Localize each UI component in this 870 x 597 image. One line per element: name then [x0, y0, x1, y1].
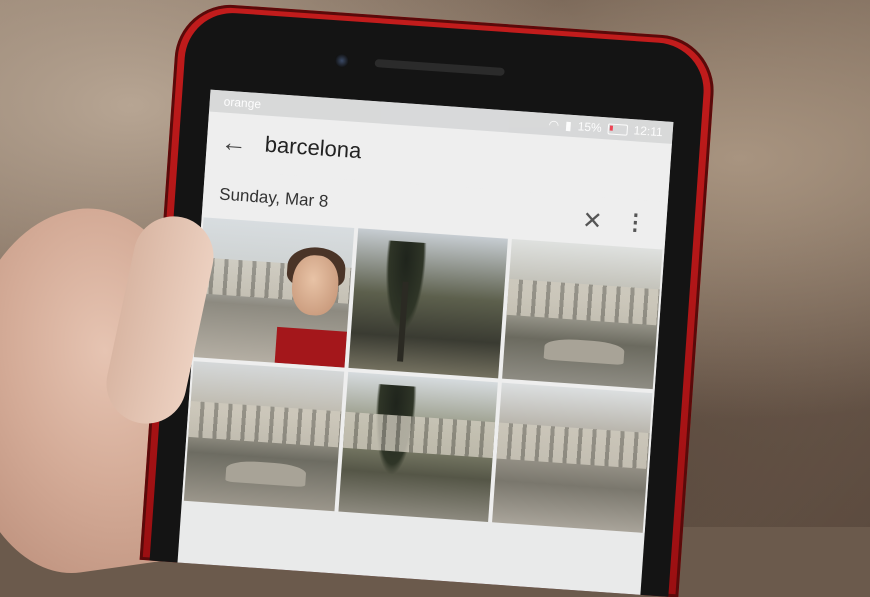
- back-arrow-icon[interactable]: ←: [220, 126, 252, 159]
- clock: 12:11: [633, 123, 664, 140]
- more-vert-icon[interactable]: ⋮: [623, 209, 648, 236]
- phone-bezel: orange ◠ ▮ 15% 12:11 ← barcelona Sunday,…: [149, 9, 707, 597]
- phone-screen: orange ◠ ▮ 15% 12:11 ← barcelona Sunday,…: [177, 89, 674, 595]
- arcade-buildings: [496, 422, 650, 469]
- battery-icon: [607, 122, 629, 136]
- photo-thumbnail[interactable]: [348, 228, 509, 379]
- phone: orange ◠ ▮ 15% 12:11 ← barcelona Sunday,…: [139, 1, 718, 597]
- photo-grid: [181, 217, 665, 533]
- carrier-label: orange: [223, 94, 262, 112]
- arcade-buildings: [342, 411, 496, 459]
- fountain: [225, 459, 307, 488]
- person-face: [289, 253, 340, 317]
- photo-thumbnail[interactable]: [502, 239, 663, 390]
- person-scarf: [274, 326, 347, 368]
- wifi-icon: ◠: [548, 117, 560, 132]
- signal-icon: ▮: [564, 118, 573, 133]
- fountain: [543, 337, 626, 366]
- search-query[interactable]: barcelona: [264, 132, 362, 165]
- date-label: Sunday, Mar 8: [218, 184, 330, 212]
- earpiece: [374, 59, 505, 77]
- photo-thumbnail[interactable]: [492, 382, 653, 533]
- arcade-buildings: [188, 400, 342, 448]
- battery-percent: 15%: [577, 119, 603, 135]
- arcade-buildings: [506, 278, 660, 326]
- front-camera: [334, 53, 350, 69]
- status-icons: ◠ ▮ 15% 12:11: [548, 117, 663, 139]
- photo-thumbnail[interactable]: [183, 361, 344, 512]
- photo-thumbnail[interactable]: [338, 371, 499, 523]
- close-icon[interactable]: ✕: [581, 206, 603, 236]
- photo-thumbnail[interactable]: [193, 217, 354, 368]
